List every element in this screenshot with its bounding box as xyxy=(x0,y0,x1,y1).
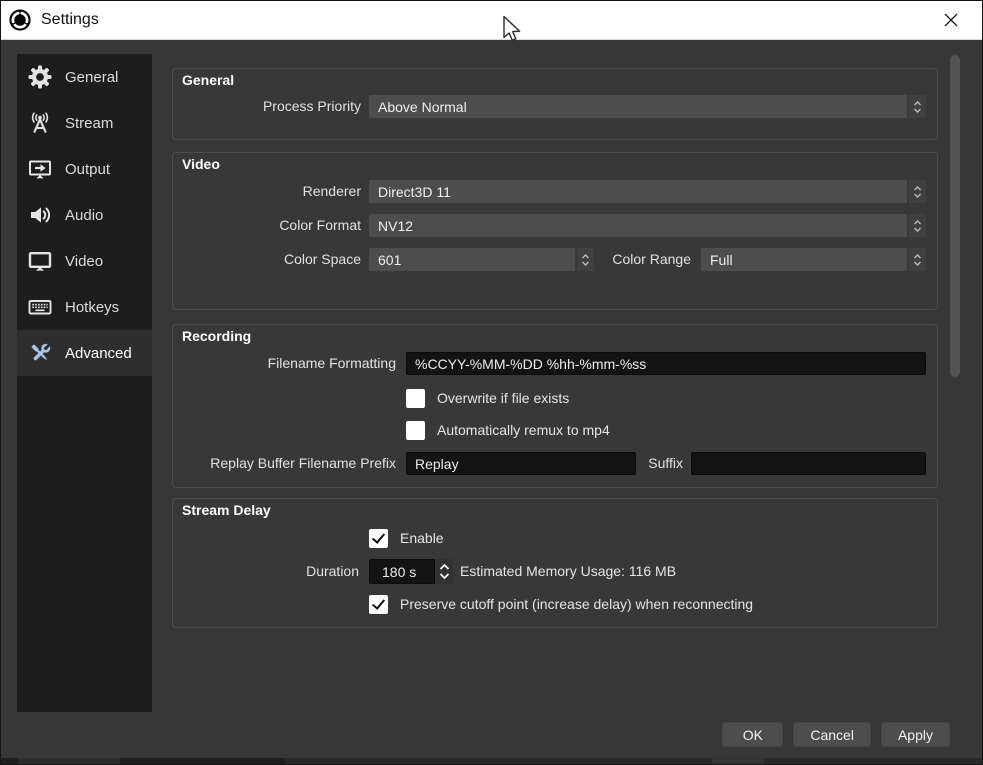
replay-prefix-label: Replay Buffer Filename Prefix xyxy=(173,452,396,475)
suffix-label: Suffix xyxy=(635,452,683,475)
obs-logo-icon xyxy=(8,8,32,32)
group-title: Stream Delay xyxy=(182,502,271,518)
color-space-label: Color Space xyxy=(173,248,361,271)
apply-button[interactable]: Apply xyxy=(881,722,950,747)
antenna-icon xyxy=(25,110,55,136)
filename-formatting-input[interactable] xyxy=(406,352,926,375)
preserve-checkbox-row: Preserve cutoff point (increase delay) w… xyxy=(369,594,753,614)
sidebar-item-video[interactable]: Video xyxy=(17,238,152,284)
group-title: Recording xyxy=(182,328,251,344)
overwrite-checkbox-row: Overwrite if file exists xyxy=(406,388,569,408)
monitor-arrow-icon xyxy=(25,156,55,182)
recording-group: Recording Filename Formatting Overwrite … xyxy=(172,324,938,488)
preserve-label: Preserve cutoff point (increase delay) w… xyxy=(400,596,753,612)
sidebar-item-audio[interactable]: Audio xyxy=(17,192,152,238)
general-group: General Process Priority Above Normal xyxy=(172,68,938,140)
process-priority-select[interactable]: Above Normal xyxy=(369,95,926,118)
color-format-select[interactable]: NV12 xyxy=(369,214,926,237)
sidebar-item-label: Hotkeys xyxy=(65,299,119,316)
overwrite-checkbox[interactable] xyxy=(406,389,425,408)
remux-label: Automatically remux to mp4 xyxy=(437,422,610,438)
duration-value: 180 s xyxy=(382,564,416,580)
sidebar-item-label: Advanced xyxy=(65,345,132,362)
video-group: Video Renderer Direct3D 11 Color Format … xyxy=(172,152,938,310)
renderer-value: Direct3D 11 xyxy=(378,184,451,200)
preserve-checkbox[interactable] xyxy=(369,595,388,614)
sidebar-item-advanced[interactable]: Advanced xyxy=(17,330,152,376)
remux-checkbox-row: Automatically remux to mp4 xyxy=(406,420,610,440)
replay-prefix-input[interactable] xyxy=(406,452,636,475)
ok-button[interactable]: OK xyxy=(722,722,783,747)
sidebar-item-hotkeys[interactable]: Hotkeys xyxy=(17,284,152,330)
color-format-value: NV12 xyxy=(378,218,413,234)
renderer-select[interactable]: Direct3D 11 xyxy=(369,180,926,203)
color-range-select[interactable]: Full xyxy=(701,248,926,271)
sidebar-item-label: Stream xyxy=(65,115,113,132)
color-space-value: 601 xyxy=(378,252,401,268)
sidebar-item-label: Output xyxy=(65,161,110,178)
close-icon xyxy=(943,12,959,28)
titlebar: Settings xyxy=(0,0,983,40)
monitor-icon xyxy=(25,248,55,274)
gear-icon xyxy=(25,64,55,90)
sidebar-item-output[interactable]: Output xyxy=(17,146,152,192)
group-title: General xyxy=(182,72,234,88)
sidebar-item-stream[interactable]: Stream xyxy=(17,100,152,146)
stream-delay-group: Stream Delay Enable Duration 180 s Estim… xyxy=(172,498,938,628)
settings-sidebar: General Stream xyxy=(17,54,152,712)
enable-checkbox[interactable] xyxy=(369,529,388,548)
overwrite-label: Overwrite if file exists xyxy=(437,390,569,406)
enable-checkbox-row: Enable xyxy=(369,528,444,548)
background-window-edge xyxy=(0,758,983,765)
keyboard-icon xyxy=(25,294,55,320)
group-title: Video xyxy=(182,156,220,172)
spinner-arrows-icon[interactable] xyxy=(435,559,453,584)
chevron-up-down-icon xyxy=(909,214,926,237)
duration-spinbox[interactable]: 180 s xyxy=(369,559,453,584)
memory-usage-text: Estimated Memory Usage: 116 MB xyxy=(460,560,676,583)
chevron-up-down-icon xyxy=(909,248,926,271)
speaker-icon xyxy=(25,202,55,228)
tools-icon xyxy=(25,340,55,366)
filename-formatting-label: Filename Formatting xyxy=(173,352,396,375)
window-title: Settings xyxy=(41,11,99,29)
chevron-up-down-icon xyxy=(909,95,926,118)
renderer-label: Renderer xyxy=(173,180,361,203)
color-range-value: Full xyxy=(710,252,733,268)
vertical-scrollbar[interactable] xyxy=(950,55,960,377)
sidebar-item-general[interactable]: General xyxy=(17,54,152,100)
remux-checkbox[interactable] xyxy=(406,421,425,440)
sidebar-item-label: Audio xyxy=(65,207,103,224)
dialog-buttons: OK Cancel Apply xyxy=(722,722,950,747)
sidebar-item-label: General xyxy=(65,69,118,86)
close-button[interactable] xyxy=(925,0,977,40)
process-priority-value: Above Normal xyxy=(378,99,467,115)
color-format-label: Color Format xyxy=(173,214,361,237)
cancel-button[interactable]: Cancel xyxy=(793,722,871,747)
suffix-input[interactable] xyxy=(691,452,926,475)
enable-label: Enable xyxy=(400,530,444,546)
sidebar-item-label: Video xyxy=(65,253,103,270)
color-range-label: Color Range xyxy=(583,248,691,271)
color-space-select[interactable]: 601 xyxy=(369,248,594,271)
chevron-up-down-icon xyxy=(909,180,926,203)
duration-label: Duration xyxy=(173,560,359,583)
process-priority-label: Process Priority xyxy=(173,95,361,118)
